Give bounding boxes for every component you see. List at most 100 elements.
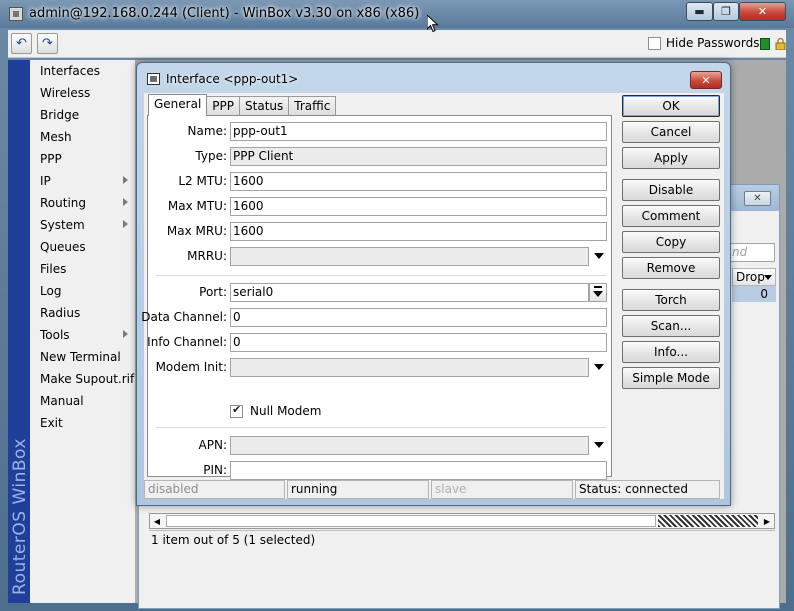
- copy-button[interactable]: Copy: [622, 231, 720, 253]
- name-label: Name:: [187, 124, 227, 138]
- connection-status-indicator: [760, 38, 770, 50]
- pin-field[interactable]: [230, 461, 607, 480]
- type-label: Type:: [195, 149, 227, 163]
- name-field[interactable]: ppp-out1: [230, 122, 607, 141]
- table-row[interactable]: 0: [732, 286, 776, 302]
- mrru-row: MRRU:: [148, 247, 611, 266]
- sidebar-item-system[interactable]: System: [30, 214, 136, 236]
- sidebar-item-interfaces[interactable]: Interfaces: [30, 60, 136, 82]
- sidebar-item-label: Queues: [40, 240, 86, 254]
- interface-list-close-button[interactable]: ✕: [744, 191, 771, 206]
- max-mtu-label: Max MTU:: [167, 199, 227, 213]
- modem-init-dropdown-icon[interactable]: [594, 364, 604, 370]
- scroll-left-icon[interactable]: ◀: [150, 514, 164, 528]
- remove-button[interactable]: Remove: [622, 257, 720, 279]
- null-modem-checkbox[interactable]: [230, 403, 243, 418]
- winbox-app-icon: [9, 7, 23, 21]
- sidebar-item-label: Bridge: [40, 108, 80, 122]
- l2mtu-field[interactable]: 1600: [230, 172, 607, 191]
- ok-button[interactable]: OK: [622, 95, 720, 117]
- scrollbar-track[interactable]: [166, 515, 656, 527]
- sidebar-item-manual[interactable]: Manual: [30, 390, 136, 412]
- horizontal-scrollbar[interactable]: ◀ ▶: [149, 513, 775, 529]
- dialog-title: Interface <ppp-out1>: [166, 72, 299, 86]
- cancel-button[interactable]: Cancel: [622, 121, 720, 143]
- sidebar-item-wireless[interactable]: Wireless: [30, 82, 136, 104]
- sidebar-item-files[interactable]: Files: [30, 258, 136, 280]
- max-mru-label: Max MRU:: [166, 224, 227, 238]
- sidebar-item-make-supout-rif[interactable]: Make Supout.rif: [30, 368, 136, 390]
- sidebar-item-new-terminal[interactable]: New Terminal: [30, 346, 136, 368]
- info-button[interactable]: Info...: [622, 341, 720, 363]
- tab-ppp[interactable]: PPP: [206, 96, 241, 116]
- null-modem-toggle[interactable]: Null Modem: [230, 403, 321, 418]
- hide-passwords-checkbox[interactable]: [648, 36, 661, 50]
- torch-button[interactable]: Torch: [622, 289, 720, 311]
- data-channel-field[interactable]: 0: [230, 308, 607, 327]
- mrru-field[interactable]: [230, 247, 589, 266]
- redo-button[interactable]: ↷: [37, 33, 58, 54]
- max-mru-field[interactable]: 1600: [230, 222, 607, 241]
- comment-button[interactable]: Comment: [622, 205, 720, 227]
- apn-dropdown-icon[interactable]: [594, 442, 604, 448]
- sidebar-item-queues[interactable]: Queues: [30, 236, 136, 258]
- undo-button[interactable]: ↶: [11, 33, 32, 54]
- port-select[interactable]: serial0: [230, 283, 589, 302]
- sidebar-item-label: New Terminal: [40, 350, 121, 364]
- disable-button[interactable]: Disable: [622, 179, 720, 201]
- sidebar-item-label: System: [40, 218, 85, 232]
- sidebar-item-exit[interactable]: Exit: [30, 412, 136, 434]
- tab-status[interactable]: Status: [239, 96, 290, 116]
- mrru-dropdown-icon[interactable]: [594, 253, 604, 259]
- hide-passwords-label: Hide Passwords: [666, 36, 760, 50]
- sidebar-item-bridge[interactable]: Bridge: [30, 104, 136, 126]
- scroll-right-icon[interactable]: ▶: [760, 514, 774, 528]
- sidebar-item-label: Tools: [40, 328, 70, 342]
- tab-traffic[interactable]: Traffic: [288, 96, 337, 116]
- chevron-down-icon: [764, 275, 772, 280]
- dialog-body: General PPP Status Traffic Name: ppp-out…: [141, 93, 724, 499]
- sidebar-item-label: Manual: [40, 394, 84, 408]
- title-bar[interactable]: admin@192.168.0.244 (Client) - WinBox v3…: [0, 0, 794, 28]
- type-field: PPP Client: [230, 147, 607, 166]
- sidebar-item-radius[interactable]: Radius: [30, 302, 136, 324]
- port-dropdown-icon[interactable]: [589, 283, 607, 302]
- scrollbar-grip[interactable]: [658, 515, 758, 527]
- simple-mode-button[interactable]: Simple Mode: [622, 367, 720, 389]
- window-icon: [147, 73, 160, 85]
- sidebar-item-label: Routing: [40, 196, 87, 210]
- sidebar-item-label: Wireless: [40, 86, 91, 100]
- sidebar-item-mesh[interactable]: Mesh: [30, 126, 136, 148]
- sidebar-item-tools[interactable]: Tools: [30, 324, 136, 346]
- info-channel-label: Info Channel:: [147, 335, 227, 349]
- find-input[interactable]: nd: [729, 243, 775, 262]
- general-tab-panel: Name: ppp-out1 Type: PPP Client L2 MTU: …: [141, 115, 612, 480]
- dialog-close-button[interactable]: ✕: [690, 71, 722, 89]
- name-row: Name: ppp-out1: [148, 122, 611, 141]
- sidebar-item-log[interactable]: Log: [30, 280, 136, 302]
- sidebar-item-label: Make Supout.rif: [40, 372, 135, 386]
- apply-button[interactable]: Apply: [622, 147, 720, 169]
- tab-general[interactable]: General: [148, 94, 208, 116]
- sidebar-item-label: Log: [40, 284, 62, 298]
- sidebar-item-ip[interactable]: IP: [30, 170, 136, 192]
- modem-init-label: Modem Init:: [155, 360, 227, 374]
- modem-init-field[interactable]: [230, 358, 589, 377]
- winbox-main-window: admin@192.168.0.244 (Client) - WinBox v3…: [0, 0, 794, 611]
- hide-passwords-toggle[interactable]: Hide Passwords: [648, 36, 759, 50]
- port-label: Port:: [199, 285, 227, 299]
- scan-button[interactable]: Scan...: [622, 315, 720, 337]
- info-channel-field[interactable]: 0: [230, 333, 607, 352]
- max-mtu-field[interactable]: 1600: [230, 197, 607, 216]
- separator: [156, 275, 606, 276]
- minimize-button[interactable]: ▬: [686, 2, 713, 21]
- sidebar-item-routing[interactable]: Routing: [30, 192, 136, 214]
- apn-row: APN:: [148, 436, 611, 455]
- maximize-button[interactable]: ❐: [713, 2, 739, 21]
- sidebar-item-ppp[interactable]: PPP: [30, 148, 136, 170]
- modem-init-row: Modem Init:: [148, 358, 611, 377]
- max-mtu-row: Max MTU: 1600: [148, 197, 611, 216]
- column-header-drop[interactable]: Drop: [732, 268, 776, 286]
- apn-field[interactable]: [230, 436, 589, 455]
- close-button[interactable]: ✕: [739, 2, 786, 21]
